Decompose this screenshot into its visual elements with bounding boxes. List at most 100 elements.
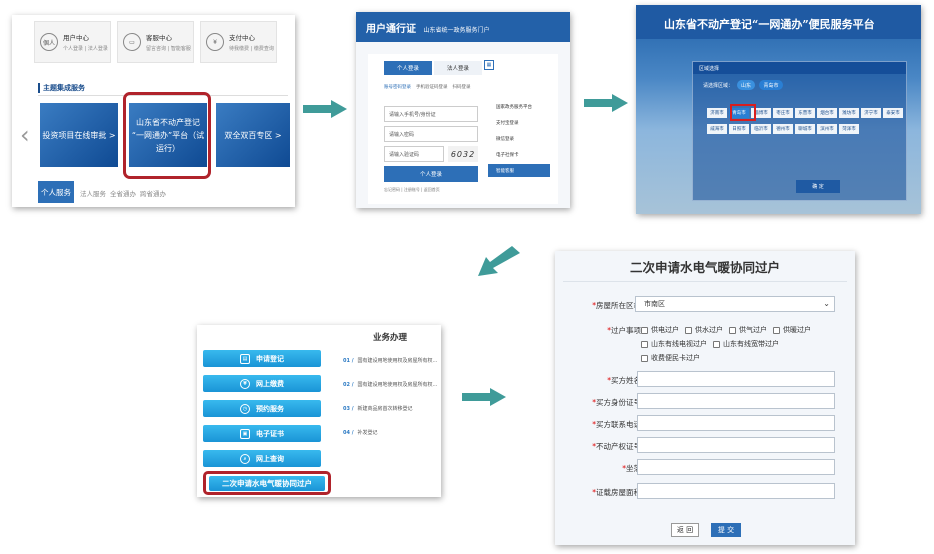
login-links[interactable]: 忘记密码 | 注册账号 | 返回首页 — [384, 187, 440, 193]
utility-transfer-button[interactable]: 二次申请水电气暖协同过户 — [209, 475, 325, 491]
city-option[interactable]: 滨州市 — [817, 124, 837, 134]
tab-sms-login[interactable]: 手机验证码登录 — [416, 84, 448, 90]
checkbox-fee-card[interactable]: 收费便民卡过户 — [641, 353, 700, 363]
business-item[interactable]: 04 /补发登记 — [343, 429, 378, 436]
customer-service-sub: 留言咨询 | 智能客服 — [146, 46, 191, 52]
checkbox-box[interactable] — [773, 326, 780, 334]
city-option[interactable]: 泰安市 — [883, 108, 903, 118]
arrow-down-left-icon — [478, 246, 520, 276]
captcha-input[interactable]: 请输入验证码 — [384, 146, 444, 162]
step1-portal-screenshot: 個人 用户中心 个人登录 | 法人登录 ▭ 客服中心 留言咨询 | 智能客服 ¥… — [12, 15, 295, 207]
city-option[interactable]: 济宁市 — [861, 108, 881, 118]
tab-personal-login[interactable]: 个人登录 — [384, 61, 432, 75]
city-option[interactable]: 潍坊市 — [839, 108, 859, 118]
qr-code-icon[interactable]: ▦ — [484, 60, 494, 70]
highlight-frame — [123, 92, 211, 179]
captcha-image[interactable]: 6032 — [448, 146, 478, 162]
house-area-input[interactable] — [637, 483, 835, 499]
doc-icon: ▤ — [240, 353, 250, 364]
city-option[interactable]: 德州市 — [773, 124, 793, 134]
customer-service-title: 客服中心 — [146, 34, 172, 42]
tab-personal[interactable]: 个人服务 — [38, 181, 74, 203]
carousel-prev-icon[interactable]: ‹ — [20, 121, 30, 149]
service-center-row: 個人 用户中心 个人登录 | 法人登录 ▭ 客服中心 留言咨询 | 智能客服 ¥… — [34, 21, 277, 63]
tab-cross-province[interactable]: 跨省通办 — [140, 188, 166, 198]
city-option[interactable]: 烟台市 — [817, 108, 837, 118]
property-cert-label: *不动产权证号 — [592, 442, 641, 451]
province-pill[interactable]: 山东 — [737, 80, 755, 90]
banner-double-hundred[interactable]: 双全双百专区 > — [216, 103, 290, 167]
checkbox-label: 供暖过户 — [783, 326, 811, 334]
city-option[interactable]: 日照市 — [729, 124, 749, 134]
user-center-card[interactable]: 個人 用户中心 个人登录 | 法人登录 — [34, 21, 111, 63]
confirm-button[interactable]: 确 定 — [796, 180, 840, 193]
arrow-right-icon — [584, 94, 628, 112]
banner-investment[interactable]: 投资项目在线审批 > — [40, 103, 118, 167]
checkbox-heating[interactable]: 供暖过户 — [773, 325, 811, 335]
login-button[interactable]: 个人登录 — [384, 166, 478, 182]
captcha-placeholder: 请输入验证码 — [389, 151, 420, 158]
online-query-button[interactable]: ⌕ 网上查询 — [203, 450, 321, 467]
city-option[interactable]: 临沂市 — [751, 124, 771, 134]
certificate-icon: ▣ — [240, 428, 250, 439]
checkbox-box[interactable] — [729, 326, 736, 334]
buyer-phone-input[interactable] — [637, 415, 835, 431]
checkbox-box[interactable] — [641, 326, 648, 334]
reservation-button[interactable]: ◷ 预约服务 — [203, 400, 321, 417]
wechat-login-option[interactable]: 微信登录 — [488, 132, 550, 145]
property-cert-input[interactable] — [637, 437, 835, 453]
city-option[interactable]: 济南市 — [707, 108, 727, 118]
back-button[interactable]: 返 回 — [671, 523, 699, 537]
city-option[interactable]: 东营市 — [795, 108, 815, 118]
tab-province[interactable]: 全省通办 — [110, 188, 136, 198]
online-payment-button[interactable]: ¥ 网上缴费 — [203, 375, 321, 392]
checkbox-broadband[interactable]: 山东有线宽带过户 — [713, 339, 779, 349]
social-card-option[interactable]: 电子社保卡 — [488, 148, 550, 161]
item-text: 新建商品房首次转移登记 — [357, 406, 413, 412]
city-option[interactable]: 聊城市 — [795, 124, 815, 134]
tab-legal-login[interactable]: 法人登录 — [434, 61, 482, 75]
checkbox-box[interactable] — [641, 340, 648, 348]
username-input[interactable]: 请输入手机号/身份证 — [384, 106, 478, 122]
business-item[interactable]: 03 /新建商品房首次转移登记 — [343, 405, 413, 412]
checkbox-water[interactable]: 供水过户 — [685, 325, 723, 335]
checkbox-power[interactable]: 供电过户 — [641, 325, 679, 335]
city-option[interactable]: 枣庄市 — [773, 108, 793, 118]
transfer-options-row1: 供电过户 供水过户 供气过户 供暖过户 — [641, 325, 841, 335]
wechat-login-label: 微信登录 — [496, 136, 514, 142]
smart-service-option[interactable]: 智能客服 — [488, 164, 550, 177]
checkbox-gas[interactable]: 供气过户 — [729, 325, 767, 335]
submit-button[interactable]: 提 交 — [711, 523, 741, 537]
checkbox-cable-tv[interactable]: 山东有线电视过户 — [641, 339, 707, 349]
city-pill[interactable]: 青岛市 — [759, 80, 783, 90]
city-option[interactable]: 威海市 — [707, 124, 727, 134]
buyer-id-input[interactable] — [637, 393, 835, 409]
tab-password-login[interactable]: 账号密码登录 — [384, 84, 411, 90]
transfer-items-label-text: 过户事项 — [611, 326, 641, 335]
reservation-label: 预约服务 — [256, 404, 284, 413]
checkbox-box[interactable] — [713, 340, 720, 348]
chat-icon: ▭ — [123, 33, 141, 51]
tab-legal[interactable]: 法人服务 — [80, 188, 106, 198]
district-select[interactable]: 市南区 ⌄ — [635, 296, 835, 312]
business-item[interactable]: 02 /国有建设用地使用权及房屋所有权... — [343, 381, 437, 388]
chevron-down-icon: ⌄ — [823, 299, 830, 308]
apply-registration-button[interactable]: ▤ 申请登记 — [203, 350, 321, 367]
login-title: 用户通行证 — [366, 24, 416, 35]
online-payment-label: 网上缴费 — [256, 379, 284, 388]
payment-center-card[interactable]: ¥ 支付中心 待我缴费 | 缴费查询 — [200, 21, 277, 63]
buyer-name-input[interactable] — [637, 371, 835, 387]
city-option[interactable]: 菏泽市 — [839, 124, 859, 134]
checkbox-box[interactable] — [641, 354, 648, 362]
e-certificate-button[interactable]: ▣ 电子证书 — [203, 425, 321, 442]
checkbox-box[interactable] — [685, 326, 692, 334]
tab-scan-login[interactable]: 扫码登录 — [453, 84, 471, 90]
location-input[interactable] — [637, 459, 835, 475]
arrow-right-icon — [303, 100, 347, 118]
alipay-login-option[interactable]: 支付宝登录 — [488, 116, 550, 129]
business-item[interactable]: 01 /国有建设用地使用权及房屋所有权... — [343, 357, 437, 364]
customer-service-card[interactable]: ▭ 客服中心 留言咨询 | 智能客服 — [117, 21, 194, 63]
gov-login-option[interactable]: 国家政务服务平台 — [488, 100, 550, 113]
password-input[interactable]: 请输入密码 — [384, 126, 478, 142]
utility-transfer-highlight[interactable]: 二次申请水电气暖协同过户 — [203, 471, 331, 495]
